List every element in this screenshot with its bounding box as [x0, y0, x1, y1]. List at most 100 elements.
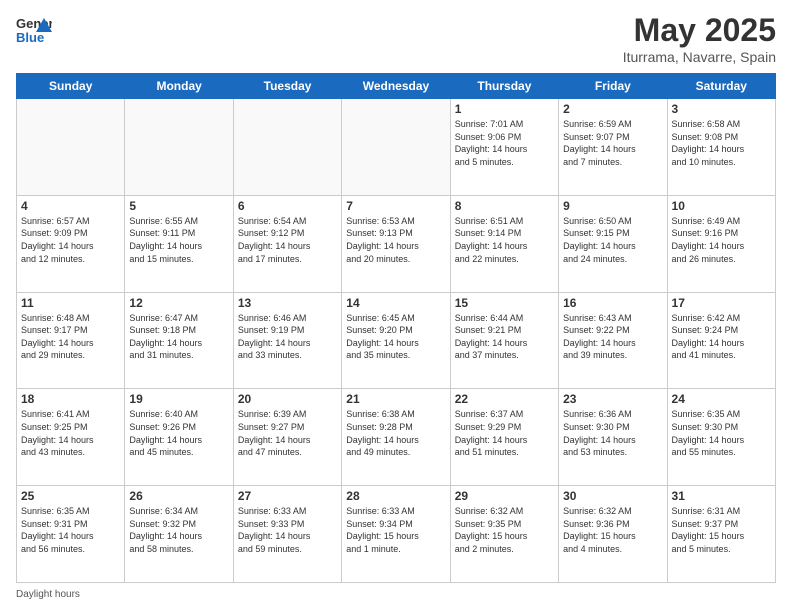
day-number: 3 [672, 102, 771, 116]
calendar-cell: 31 Sunrise: 6:31 AM Sunset: 9:37 PM Dayli… [667, 486, 775, 583]
day-number: 15 [455, 296, 554, 310]
day-info: Sunrise: 6:33 AM Sunset: 9:34 PM Dayligh… [346, 505, 445, 555]
day-number: 21 [346, 392, 445, 406]
day-number: 4 [21, 199, 120, 213]
month-title: May 2025 [623, 12, 776, 49]
calendar-day-header: Sunday [17, 74, 125, 99]
calendar-cell [17, 99, 125, 196]
day-info: Sunrise: 6:55 AM Sunset: 9:11 PM Dayligh… [129, 215, 228, 265]
day-info: Sunrise: 6:58 AM Sunset: 9:08 PM Dayligh… [672, 118, 771, 168]
day-number: 8 [455, 199, 554, 213]
page: General Blue May 2025 Iturrama, Navarre,… [0, 0, 792, 612]
calendar-week-row: 4Sunrise: 6:57 AM Sunset: 9:09 PM Daylig… [17, 195, 776, 292]
day-info: Sunrise: 6:48 AM Sunset: 9:17 PM Dayligh… [21, 312, 120, 362]
calendar-cell: 13 Sunrise: 6:46 AM Sunset: 9:19 PM Dayli… [233, 292, 341, 389]
calendar-cell: 9 Sunrise: 6:50 AM Sunset: 9:15 PM Daylig… [559, 195, 667, 292]
calendar-cell: 7 Sunrise: 6:53 AM Sunset: 9:13 PM Daylig… [342, 195, 450, 292]
day-number: 7 [346, 199, 445, 213]
title-block: May 2025 Iturrama, Navarre, Spain [623, 12, 776, 65]
calendar-day-header: Saturday [667, 74, 775, 99]
day-number: 22 [455, 392, 554, 406]
calendar-cell [233, 99, 341, 196]
day-number: 5 [129, 199, 228, 213]
day-number: 23 [563, 392, 662, 406]
calendar-cell: 25 Sunrise: 6:35 AM Sunset: 9:31 PM Dayli… [17, 486, 125, 583]
daylight-hours-label: Daylight hours [16, 589, 80, 600]
day-info: Sunrise: 6:43 AM Sunset: 9:22 PM Dayligh… [563, 312, 662, 362]
day-number: 20 [238, 392, 337, 406]
calendar-cell: 2 Sunrise: 6:59 AM Sunset: 9:07 PM Daylig… [559, 99, 667, 196]
day-number: 12 [129, 296, 228, 310]
logo-icon: General Blue [16, 12, 52, 48]
calendar-cell [125, 99, 233, 196]
calendar-cell: 29Sunrise: 6:32 AM Sunset: 9:35 PM Dayli… [450, 486, 558, 583]
day-number: 27 [238, 489, 337, 503]
day-number: 13 [238, 296, 337, 310]
location: Iturrama, Navarre, Spain [623, 49, 776, 65]
header: General Blue May 2025 Iturrama, Navarre,… [16, 12, 776, 65]
day-info: Sunrise: 6:45 AM Sunset: 9:20 PM Dayligh… [346, 312, 445, 362]
calendar-cell: 28Sunrise: 6:33 AM Sunset: 9:34 PM Dayli… [342, 486, 450, 583]
day-info: Sunrise: 6:38 AM Sunset: 9:28 PM Dayligh… [346, 408, 445, 458]
day-info: Sunrise: 6:33 AM Sunset: 9:33 PM Dayligh… [238, 505, 337, 555]
day-number: 19 [129, 392, 228, 406]
calendar-cell: 20Sunrise: 6:39 AM Sunset: 9:27 PM Dayli… [233, 389, 341, 486]
day-info: Sunrise: 6:34 AM Sunset: 9:32 PM Dayligh… [129, 505, 228, 555]
day-info: Sunrise: 6:50 AM Sunset: 9:15 PM Dayligh… [563, 215, 662, 265]
calendar-week-row: 1Sunrise: 7:01 AM Sunset: 9:06 PM Daylig… [17, 99, 776, 196]
calendar-week-row: 25 Sunrise: 6:35 AM Sunset: 9:31 PM Dayli… [17, 486, 776, 583]
calendar-cell: 26 Sunrise: 6:34 AM Sunset: 9:32 PM Dayli… [125, 486, 233, 583]
day-number: 9 [563, 199, 662, 213]
calendar-cell: 11 Sunrise: 6:48 AM Sunset: 9:17 PM Dayli… [17, 292, 125, 389]
day-info: Sunrise: 6:40 AM Sunset: 9:26 PM Dayligh… [129, 408, 228, 458]
day-info: Sunrise: 6:31 AM Sunset: 9:37 PM Dayligh… [672, 505, 771, 555]
day-number: 16 [563, 296, 662, 310]
calendar-cell: 21 Sunrise: 6:38 AM Sunset: 9:28 PM Dayli… [342, 389, 450, 486]
day-info: Sunrise: 6:46 AM Sunset: 9:19 PM Dayligh… [238, 312, 337, 362]
day-info: Sunrise: 6:32 AM Sunset: 9:35 PM Dayligh… [455, 505, 554, 555]
day-number: 10 [672, 199, 771, 213]
day-info: Sunrise: 6:49 AM Sunset: 9:16 PM Dayligh… [672, 215, 771, 265]
day-info: Sunrise: 6:47 AM Sunset: 9:18 PM Dayligh… [129, 312, 228, 362]
calendar-week-row: 18Sunrise: 6:41 AM Sunset: 9:25 PM Dayli… [17, 389, 776, 486]
day-info: Sunrise: 6:59 AM Sunset: 9:07 PM Dayligh… [563, 118, 662, 168]
day-info: Sunrise: 6:42 AM Sunset: 9:24 PM Dayligh… [672, 312, 771, 362]
day-info: Sunrise: 6:53 AM Sunset: 9:13 PM Dayligh… [346, 215, 445, 265]
day-number: 24 [672, 392, 771, 406]
day-number: 25 [21, 489, 120, 503]
day-number: 31 [672, 489, 771, 503]
calendar-cell [342, 99, 450, 196]
calendar-day-header: Wednesday [342, 74, 450, 99]
day-info: Sunrise: 6:54 AM Sunset: 9:12 PM Dayligh… [238, 215, 337, 265]
calendar-cell: 12 Sunrise: 6:47 AM Sunset: 9:18 PM Dayli… [125, 292, 233, 389]
calendar-cell: 24Sunrise: 6:35 AM Sunset: 9:30 PM Dayli… [667, 389, 775, 486]
calendar-cell: 23 Sunrise: 6:36 AM Sunset: 9:30 PM Dayli… [559, 389, 667, 486]
calendar-cell: 10 Sunrise: 6:49 AM Sunset: 9:16 PM Dayli… [667, 195, 775, 292]
calendar-cell: 3 Sunrise: 6:58 AM Sunset: 9:08 PM Daylig… [667, 99, 775, 196]
calendar-day-header: Tuesday [233, 74, 341, 99]
calendar-cell: 14 Sunrise: 6:45 AM Sunset: 9:20 PM Dayli… [342, 292, 450, 389]
day-number: 6 [238, 199, 337, 213]
calendar-cell: 27 Sunrise: 6:33 AM Sunset: 9:33 PM Dayli… [233, 486, 341, 583]
calendar-day-header: Thursday [450, 74, 558, 99]
day-number: 26 [129, 489, 228, 503]
day-number: 11 [21, 296, 120, 310]
calendar-cell: 30Sunrise: 6:32 AM Sunset: 9:36 PM Dayli… [559, 486, 667, 583]
day-number: 30 [563, 489, 662, 503]
footer: Daylight hours [16, 589, 776, 600]
day-info: Sunrise: 6:44 AM Sunset: 9:21 PM Dayligh… [455, 312, 554, 362]
calendar-cell: 6 Sunrise: 6:54 AM Sunset: 9:12 PM Daylig… [233, 195, 341, 292]
logo: General Blue [16, 12, 52, 48]
calendar-cell: 4Sunrise: 6:57 AM Sunset: 9:09 PM Daylig… [17, 195, 125, 292]
day-number: 14 [346, 296, 445, 310]
day-info: Sunrise: 6:35 AM Sunset: 9:31 PM Dayligh… [21, 505, 120, 555]
calendar-cell: 15 Sunrise: 6:44 AM Sunset: 9:21 PM Dayli… [450, 292, 558, 389]
day-number: 2 [563, 102, 662, 116]
day-number: 17 [672, 296, 771, 310]
calendar-cell: 22 Sunrise: 6:37 AM Sunset: 9:29 PM Dayli… [450, 389, 558, 486]
calendar-day-header: Monday [125, 74, 233, 99]
day-info: Sunrise: 6:37 AM Sunset: 9:29 PM Dayligh… [455, 408, 554, 458]
calendar-cell: 8Sunrise: 6:51 AM Sunset: 9:14 PM Daylig… [450, 195, 558, 292]
day-info: Sunrise: 6:36 AM Sunset: 9:30 PM Dayligh… [563, 408, 662, 458]
calendar-cell: 17 Sunrise: 6:42 AM Sunset: 9:24 PM Dayli… [667, 292, 775, 389]
